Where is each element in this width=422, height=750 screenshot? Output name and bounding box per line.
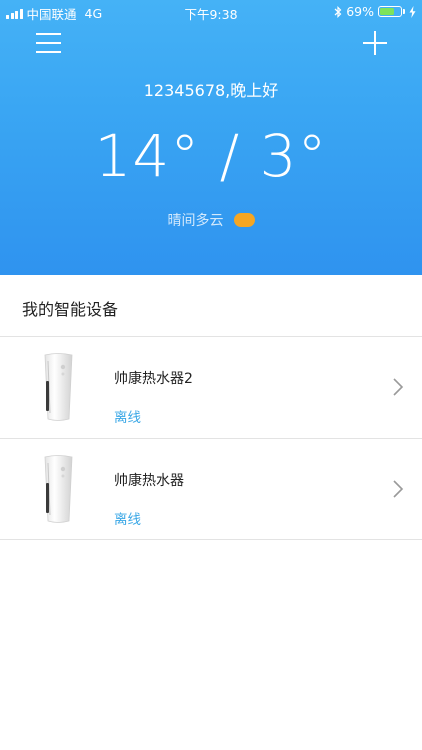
status-bar: 中国联通 4G 下午9:38 69% [0, 0, 422, 22]
device-row[interactable]: 帅康热水器2 离线 [0, 337, 422, 438]
device-status: 离线 [114, 512, 141, 528]
battery-icon [378, 6, 402, 17]
battery-level-fill [380, 8, 394, 15]
section-title: 我的智能设备 [22, 300, 119, 319]
weather-row: 晴间多云 [0, 210, 422, 230]
device-name: 帅康热水器 [114, 473, 184, 489]
bluetooth-icon [334, 5, 342, 18]
device-name: 帅康热水器2 [114, 371, 193, 387]
divider [0, 539, 422, 540]
battery-percent: 69% [346, 4, 374, 19]
partly-cloudy-icon [233, 213, 255, 227]
charging-icon [409, 5, 416, 18]
chevron-right-icon [393, 480, 404, 498]
weather-description: 晴间多云 [167, 213, 224, 229]
header-panel: 中国联通 4G 下午9:38 69% 12345678,晚上好 14° / 3°… [0, 0, 422, 275]
water-heater-icon [44, 455, 73, 523]
battery-cap [403, 9, 405, 14]
water-heater-icon [44, 353, 73, 421]
greeting-text: 12345678,晚上好 [143, 81, 279, 100]
status-right: 69% [334, 4, 416, 19]
menu-icon[interactable] [36, 33, 61, 53]
temperature-range: 14° / 3° [94, 122, 328, 190]
chevron-right-icon [393, 378, 404, 396]
device-status: 离线 [114, 410, 141, 426]
plus-icon[interactable] [363, 31, 387, 55]
device-row[interactable]: 帅康热水器 离线 [0, 439, 422, 540]
